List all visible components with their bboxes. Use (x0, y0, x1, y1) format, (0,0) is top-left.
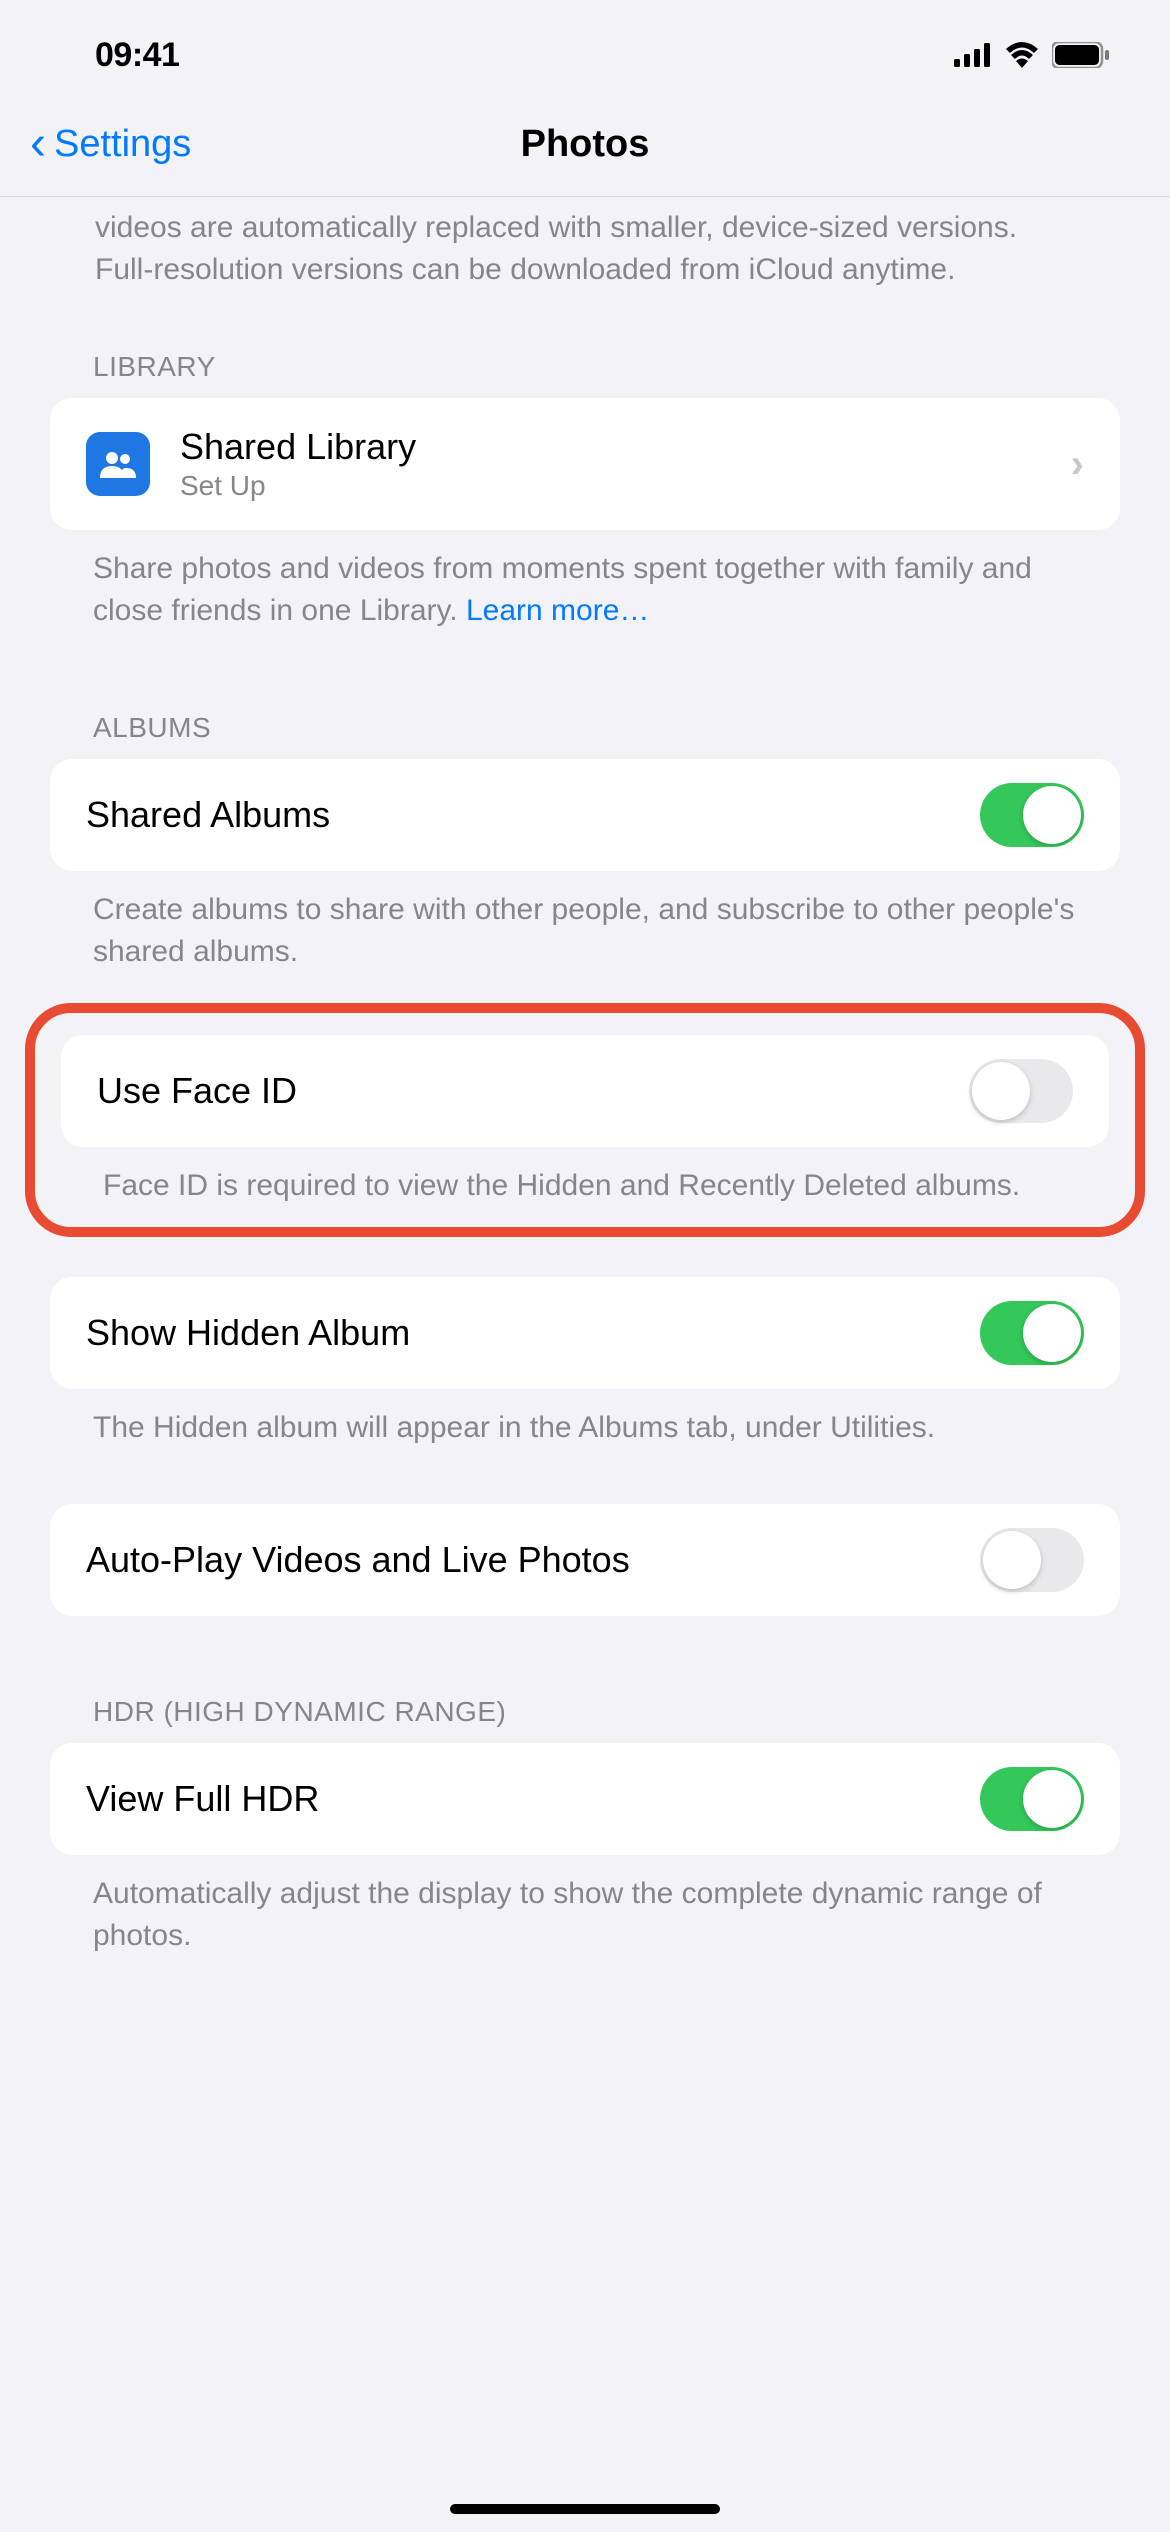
use-face-id-label: Use Face ID (97, 1070, 969, 1112)
library-footer: Share photos and videos from moments spe… (0, 530, 1170, 632)
icloud-footer-text: videos are automatically replaced with s… (0, 197, 1170, 301)
shared-library-cell[interactable]: Shared Library Set Up › (50, 398, 1120, 530)
back-button[interactable]: ‹ Settings (30, 120, 191, 168)
show-hidden-label: Show Hidden Album (86, 1312, 980, 1354)
shared-library-subtitle: Set Up (180, 470, 1071, 502)
shared-albums-group: Shared Albums (50, 759, 1120, 871)
shared-albums-footer: Create albums to share with other people… (0, 871, 1170, 973)
albums-section-header: ALBUMS (0, 632, 1170, 759)
show-hidden-footer: The Hidden album will appear in the Albu… (0, 1389, 1170, 1449)
library-group: Shared Library Set Up › (50, 398, 1120, 530)
home-indicator[interactable] (450, 2504, 720, 2514)
show-hidden-group: Show Hidden Album (50, 1277, 1120, 1389)
view-full-hdr-cell[interactable]: View Full HDR (50, 1743, 1120, 1855)
use-face-id-cell[interactable]: Use Face ID (61, 1035, 1109, 1147)
back-label: Settings (54, 123, 191, 166)
battery-icon (1052, 42, 1110, 68)
hdr-group: View Full HDR (50, 1743, 1120, 1855)
toggle-knob (1023, 786, 1081, 844)
hdr-footer: Automatically adjust the display to show… (0, 1855, 1170, 1957)
shared-library-icon (86, 432, 150, 496)
highlight-annotation: Use Face ID Face ID is required to view … (25, 1003, 1145, 1237)
toggle-knob (983, 1531, 1041, 1589)
status-time: 09:41 (95, 36, 179, 75)
face-id-footer: Face ID is required to view the Hidden a… (53, 1147, 1117, 1207)
status-bar: 09:41 (0, 0, 1170, 100)
toggle-knob (972, 1062, 1030, 1120)
face-id-group: Use Face ID (61, 1035, 1109, 1147)
toggle-knob (1023, 1770, 1081, 1828)
chevron-left-icon: ‹ (30, 120, 46, 168)
shared-albums-toggle[interactable] (980, 783, 1084, 847)
shared-library-body: Shared Library Set Up (180, 426, 1071, 502)
view-full-hdr-label: View Full HDR (86, 1778, 980, 1820)
autoplay-label: Auto-Play Videos and Live Photos (86, 1539, 980, 1581)
show-hidden-toggle[interactable] (980, 1301, 1084, 1365)
settings-content[interactable]: videos are automatically replaced with s… (0, 197, 1170, 1957)
nav-bar: ‹ Settings Photos (0, 100, 1170, 197)
wifi-icon (1004, 42, 1040, 68)
autoplay-cell[interactable]: Auto-Play Videos and Live Photos (50, 1504, 1120, 1616)
shared-albums-label: Shared Albums (86, 794, 980, 836)
status-icons (954, 42, 1110, 68)
page-title: Photos (521, 123, 650, 166)
view-full-hdr-toggle[interactable] (980, 1767, 1084, 1831)
toggle-knob (1023, 1304, 1081, 1362)
learn-more-link[interactable]: Learn more… (466, 594, 649, 627)
autoplay-group: Auto-Play Videos and Live Photos (50, 1504, 1120, 1616)
autoplay-toggle[interactable] (980, 1528, 1084, 1592)
library-section-header: LIBRARY (0, 301, 1170, 398)
use-face-id-toggle[interactable] (969, 1059, 1073, 1123)
shared-albums-cell[interactable]: Shared Albums (50, 759, 1120, 871)
cellular-icon (954, 43, 992, 67)
chevron-right-icon: › (1071, 442, 1084, 487)
shared-library-title: Shared Library (180, 426, 1071, 468)
hdr-section-header: HDR (HIGH DYNAMIC RANGE) (0, 1616, 1170, 1743)
show-hidden-cell[interactable]: Show Hidden Album (50, 1277, 1120, 1389)
